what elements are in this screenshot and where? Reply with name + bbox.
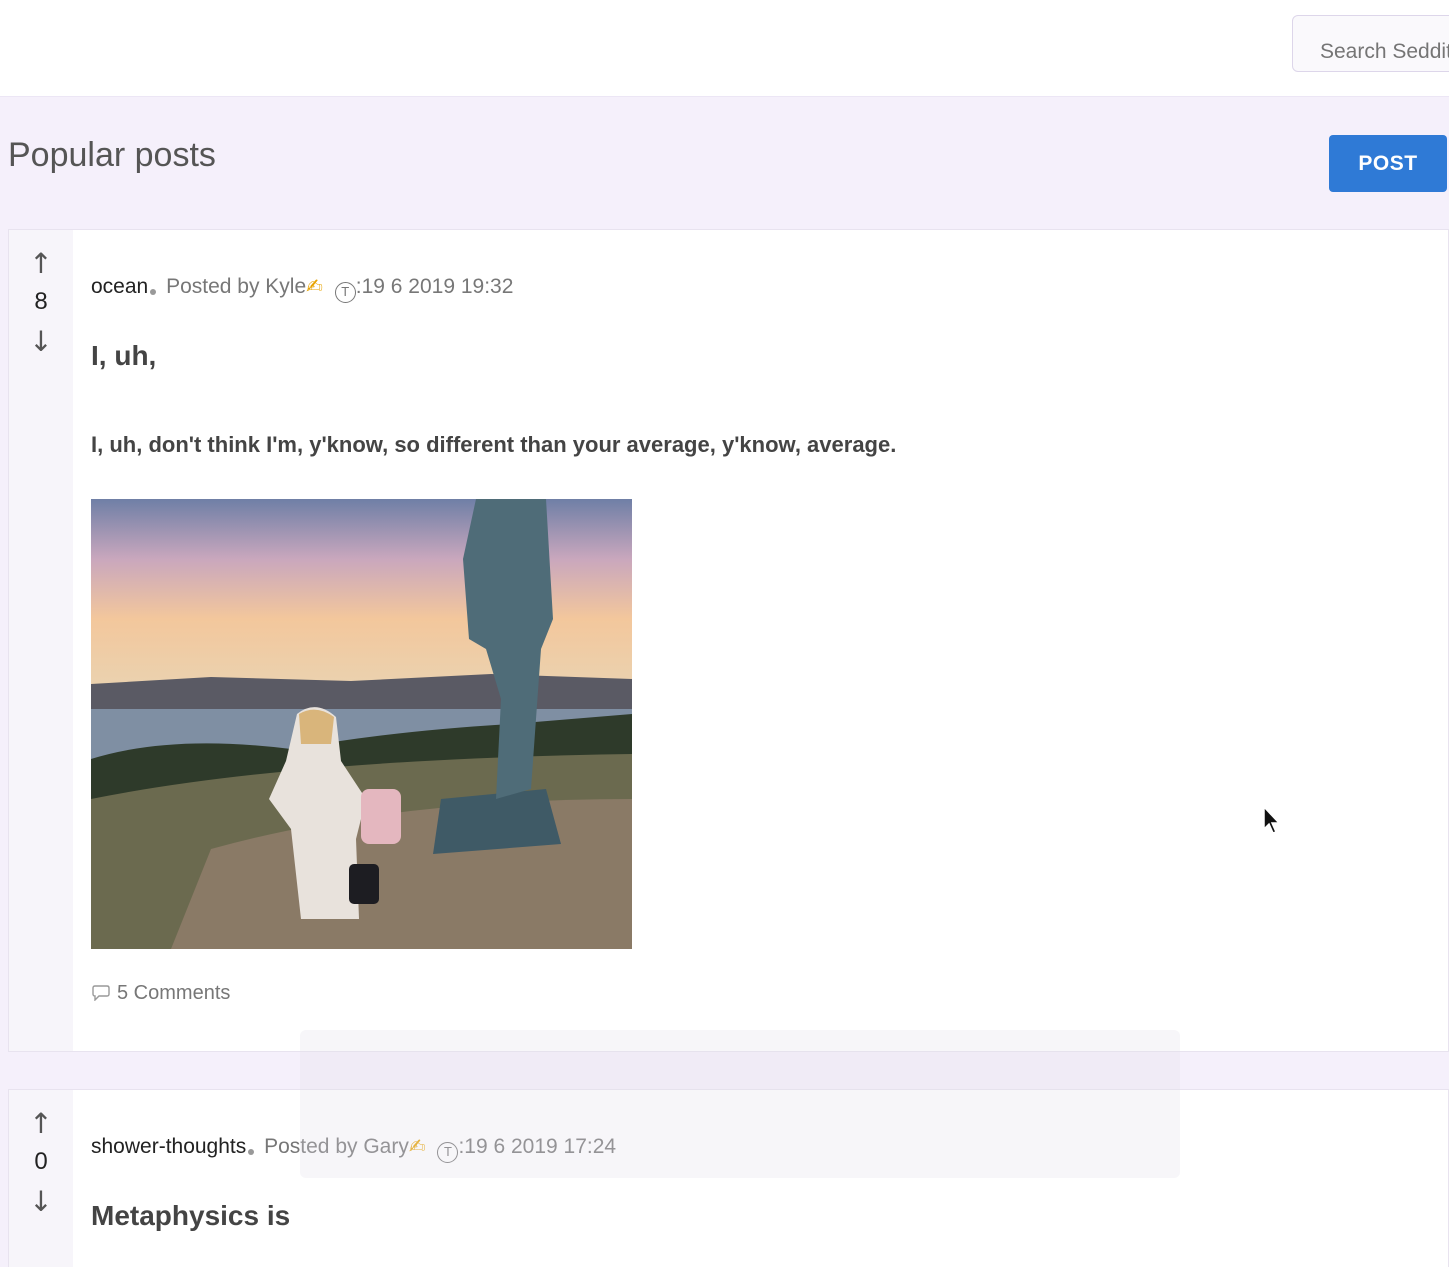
page-title: Popular posts	[8, 136, 216, 174]
post-body: I, uh, don't think I'm, y'know, so diffe…	[91, 432, 897, 457]
post-title[interactable]: I, uh,	[91, 340, 156, 372]
pen-icon: ✍	[306, 276, 323, 298]
photo-statue-coast-icon	[91, 499, 632, 949]
downvote-icon[interactable]: ↓	[29, 328, 52, 356]
top-bar	[0, 0, 1449, 97]
upvote-icon[interactable]: ↑	[29, 250, 52, 278]
mouse-cursor-icon	[1263, 805, 1281, 834]
post-meta: ocean Posted by Kyle✍ T:19 6 2019 19:32	[91, 274, 513, 303]
comments-link[interactable]: 5 Comments	[91, 982, 230, 1005]
comments-count: 5 Comments	[117, 982, 231, 1004]
post-timestamp: :19 6 2019 19:32	[355, 275, 514, 298]
post-button[interactable]: POST	[1329, 135, 1447, 192]
search-input[interactable]	[1292, 15, 1449, 72]
separator-dot	[248, 1149, 255, 1155]
vote-count: 0	[34, 1148, 48, 1175]
comment-icon	[92, 985, 110, 1001]
upvote-icon[interactable]: ↑	[29, 1110, 52, 1138]
vote-count: 8	[34, 288, 48, 315]
post-title[interactable]: Metaphysics is	[91, 1200, 290, 1232]
separator-dot	[150, 289, 157, 295]
clock-icon: T	[334, 282, 356, 303]
post-card: ↑ 8 ↓ ocean Posted by Kyle✍ T:19 6 2019 …	[8, 229, 1449, 1052]
subreddit-link[interactable]: shower-thoughts	[91, 1135, 246, 1158]
vote-column: ↑ 0 ↓	[9, 1090, 73, 1267]
posted-by: Posted by Kyle	[166, 275, 307, 298]
vote-column: ↑ 8 ↓	[9, 230, 73, 1051]
downvote-icon[interactable]: ↓	[29, 1188, 52, 1216]
subreddit-link[interactable]: ocean	[91, 275, 148, 298]
post-image[interactable]	[91, 499, 632, 949]
video-controls-overlay	[300, 1030, 1180, 1178]
